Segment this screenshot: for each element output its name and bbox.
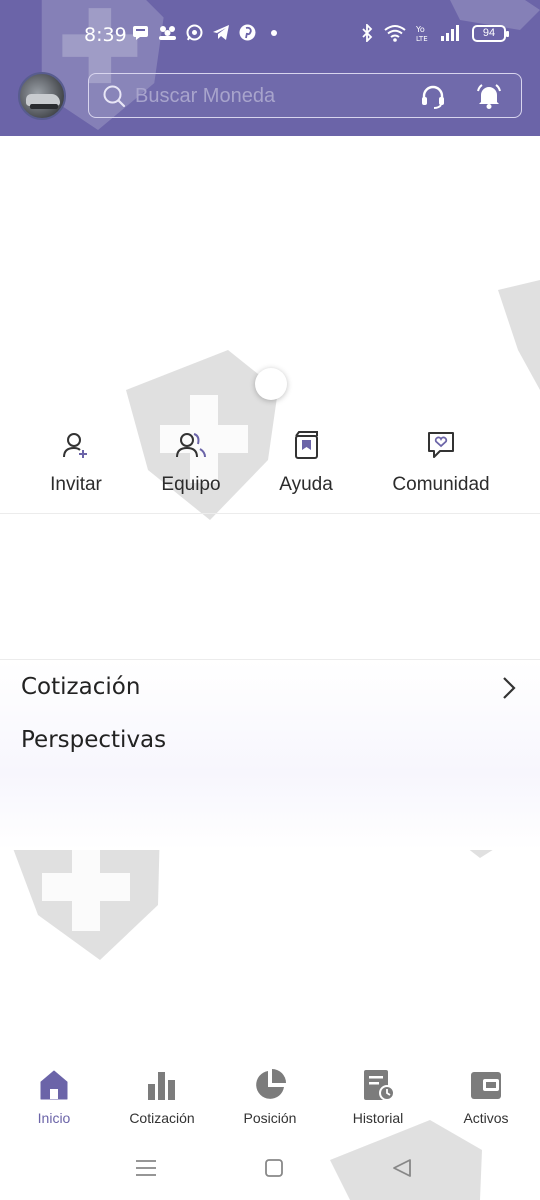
nav-quotes-label: Cotización bbox=[129, 1110, 195, 1126]
bluetooth-icon bbox=[362, 24, 373, 42]
nav-position-label: Posición bbox=[243, 1110, 297, 1126]
bottom-navigation: Inicio Cotización Posición Historial Act… bbox=[0, 1060, 540, 1140]
search-placeholder: Buscar Moneda bbox=[135, 85, 276, 107]
quick-actions: Invitar Equipo Ayuda Comunidad bbox=[0, 430, 540, 514]
more-notifications-dot bbox=[271, 29, 277, 36]
user-add-icon bbox=[63, 433, 87, 458]
status-bar: 8:39 Yo LTE 94 bbox=[0, 18, 540, 54]
system-status-icons: Yo LTE 94 bbox=[360, 24, 509, 42]
search-input[interactable]: Buscar Moneda bbox=[88, 73, 522, 118]
nav-quotes[interactable]: Cotización bbox=[108, 1068, 216, 1126]
help-label: Ayuda bbox=[279, 474, 333, 495]
headset-icon[interactable] bbox=[419, 82, 447, 110]
pinterest-icon bbox=[239, 24, 256, 41]
chevron-right-icon[interactable] bbox=[500, 676, 518, 700]
nav-history-label: Historial bbox=[352, 1110, 404, 1126]
svg-text:Yo: Yo bbox=[416, 25, 425, 34]
home-button-icon[interactable] bbox=[262, 1156, 286, 1180]
svg-text:LTE: LTE bbox=[416, 35, 428, 42]
nav-home[interactable]: Inicio bbox=[0, 1068, 108, 1126]
outlook-section-title[interactable]: Perspectivas bbox=[21, 727, 166, 753]
community-action[interactable]: Comunidad bbox=[388, 430, 494, 496]
system-navigation-bar bbox=[0, 1140, 540, 1200]
volte-icon: YoLTE bbox=[416, 25, 428, 42]
nav-home-label: Inicio bbox=[37, 1110, 71, 1126]
wallet-icon bbox=[471, 1072, 501, 1099]
menu-icon[interactable] bbox=[134, 1156, 158, 1180]
quotes-section-title[interactable]: Cotización bbox=[21, 674, 140, 700]
book-icon bbox=[295, 431, 318, 459]
nav-assets[interactable]: Activos bbox=[432, 1068, 540, 1126]
watermark-shield bbox=[498, 280, 540, 390]
invite-label: Invitar bbox=[50, 474, 102, 495]
help-action[interactable]: Ayuda bbox=[273, 430, 339, 496]
community-label: Comunidad bbox=[392, 474, 490, 495]
chat-heart-icon bbox=[428, 432, 454, 458]
message-icon bbox=[133, 26, 148, 40]
group-icon bbox=[159, 26, 176, 40]
battery-indicator: 94 bbox=[472, 24, 509, 42]
team-label: Equipo bbox=[161, 474, 221, 495]
search-icon bbox=[103, 85, 126, 108]
app-header: 8:39 Yo LTE 94 Buscar Moneda bbox=[0, 0, 540, 136]
status-time: 8:39 bbox=[84, 24, 127, 46]
team-action[interactable]: Equipo bbox=[156, 430, 226, 496]
nav-assets-label: Activos bbox=[463, 1110, 509, 1126]
divider bbox=[0, 513, 540, 514]
history-icon bbox=[364, 1070, 395, 1101]
nav-position[interactable]: Posición bbox=[216, 1068, 324, 1126]
profile-avatar[interactable] bbox=[18, 72, 66, 120]
wifi-icon bbox=[384, 25, 406, 42]
notification-icons bbox=[132, 24, 277, 41]
back-icon[interactable] bbox=[390, 1156, 414, 1180]
signal-icon bbox=[441, 25, 459, 41]
telegram-icon bbox=[213, 25, 229, 40]
loading-spinner bbox=[255, 368, 287, 400]
bell-icon[interactable] bbox=[475, 82, 503, 110]
invite-action[interactable]: Invitar bbox=[46, 430, 106, 496]
nav-history[interactable]: Historial bbox=[324, 1068, 432, 1126]
whatsapp-icon bbox=[186, 24, 203, 41]
home-icon bbox=[40, 1070, 68, 1100]
team-icon bbox=[176, 433, 206, 458]
pie-chart-icon bbox=[256, 1069, 286, 1099]
bar-chart-icon bbox=[148, 1072, 175, 1100]
